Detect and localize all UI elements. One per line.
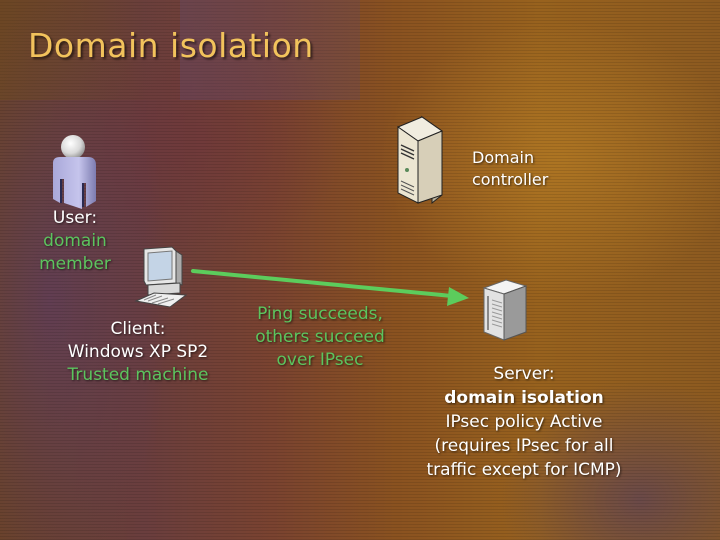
server-note-line2: traffic except for ICMP) xyxy=(426,460,622,480)
connection-line3: over IPsec xyxy=(276,350,364,370)
server-title: Server: xyxy=(493,364,555,384)
server-note-line1: (requires IPsec for all xyxy=(434,436,614,456)
connection-line2: others succeed xyxy=(255,327,385,347)
connection-label: Ping succeeds, others succeed over IPsec xyxy=(240,303,400,372)
server-policy-name: domain isolation xyxy=(444,388,604,408)
arrowhead xyxy=(447,287,469,306)
connection-line1: Ping succeeds, xyxy=(257,304,383,324)
server-icon xyxy=(482,279,528,341)
connection-line xyxy=(191,269,454,298)
server-policy-state: IPsec policy Active xyxy=(445,412,603,432)
server-label: Server: domain isolation IPsec policy Ac… xyxy=(406,362,642,482)
